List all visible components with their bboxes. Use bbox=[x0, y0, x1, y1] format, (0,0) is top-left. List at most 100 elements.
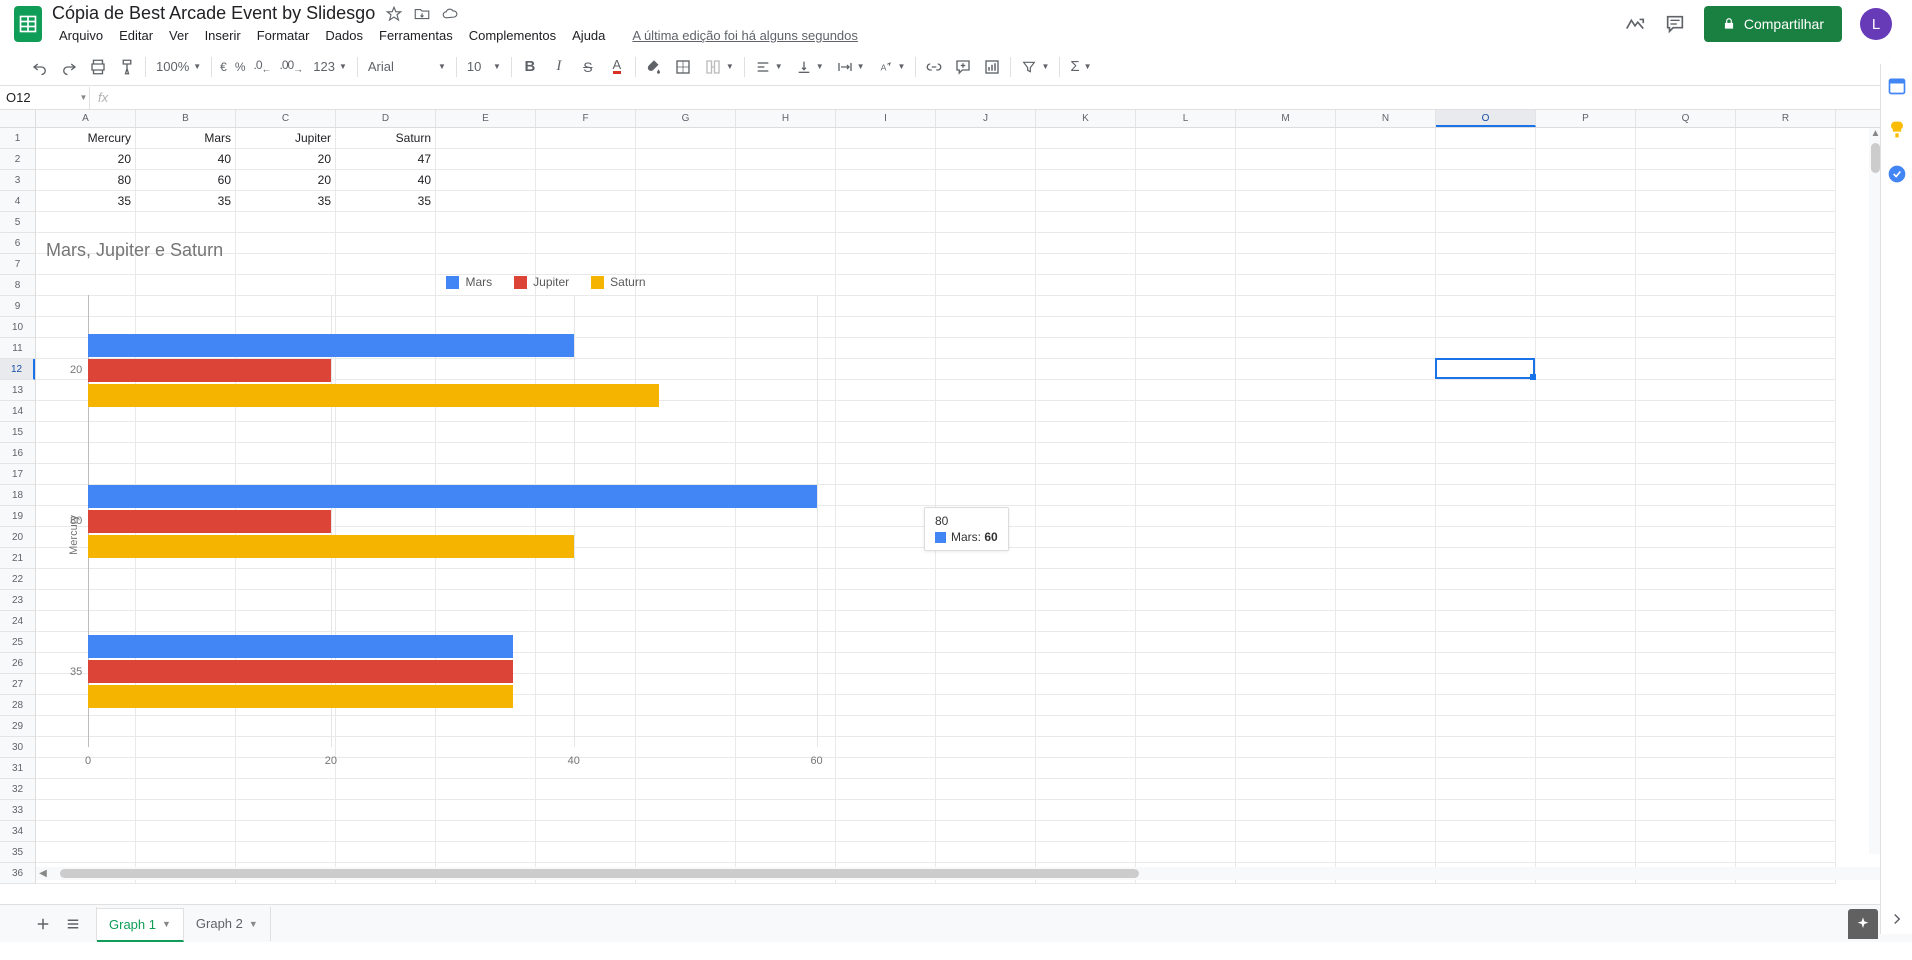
cell[interactable] bbox=[1736, 695, 1836, 716]
cell[interactable] bbox=[736, 191, 836, 212]
cell[interactable] bbox=[1536, 737, 1636, 758]
cell[interactable] bbox=[1136, 212, 1236, 233]
cell[interactable]: Saturn bbox=[336, 128, 436, 149]
menu-formatar[interactable]: Formatar bbox=[250, 26, 317, 45]
cell[interactable] bbox=[1436, 800, 1536, 821]
cell[interactable] bbox=[1436, 317, 1536, 338]
cell[interactable] bbox=[1436, 128, 1536, 149]
cell[interactable] bbox=[1436, 611, 1536, 632]
bar[interactable] bbox=[88, 384, 659, 407]
cell[interactable] bbox=[1336, 527, 1436, 548]
cell[interactable] bbox=[1136, 674, 1236, 695]
cell[interactable] bbox=[1036, 674, 1136, 695]
cell[interactable] bbox=[1536, 569, 1636, 590]
cell[interactable] bbox=[1536, 548, 1636, 569]
cell[interactable] bbox=[1536, 422, 1636, 443]
cell[interactable] bbox=[1736, 611, 1836, 632]
cell[interactable] bbox=[1636, 674, 1736, 695]
cell[interactable] bbox=[1436, 191, 1536, 212]
cell[interactable]: 60 bbox=[136, 170, 236, 191]
cell[interactable] bbox=[1236, 695, 1336, 716]
cell[interactable] bbox=[1436, 275, 1536, 296]
cell[interactable] bbox=[1336, 401, 1436, 422]
cell[interactable] bbox=[1436, 380, 1536, 401]
cell[interactable] bbox=[736, 842, 836, 863]
cell[interactable] bbox=[1136, 233, 1236, 254]
row-header[interactable]: 26 bbox=[0, 653, 35, 674]
cell[interactable] bbox=[1236, 149, 1336, 170]
cell[interactable] bbox=[1736, 590, 1836, 611]
cell[interactable] bbox=[1236, 233, 1336, 254]
cell[interactable] bbox=[536, 212, 636, 233]
cell[interactable] bbox=[1436, 590, 1536, 611]
cell[interactable] bbox=[1136, 317, 1236, 338]
cell[interactable] bbox=[1236, 548, 1336, 569]
cell[interactable] bbox=[1536, 611, 1636, 632]
cell[interactable] bbox=[236, 842, 336, 863]
cell[interactable] bbox=[1036, 485, 1136, 506]
cell[interactable] bbox=[1636, 191, 1736, 212]
row-header[interactable]: 17 bbox=[0, 464, 35, 485]
col-header[interactable]: H bbox=[736, 110, 836, 127]
cell[interactable] bbox=[1036, 695, 1136, 716]
select-all-corner[interactable] bbox=[0, 110, 36, 128]
cell[interactable] bbox=[1536, 443, 1636, 464]
cell[interactable] bbox=[1236, 317, 1336, 338]
cell[interactable] bbox=[1536, 401, 1636, 422]
cell[interactable] bbox=[1636, 590, 1736, 611]
cell[interactable] bbox=[636, 821, 736, 842]
cell[interactable] bbox=[936, 842, 1036, 863]
cell[interactable] bbox=[1636, 821, 1736, 842]
cell[interactable] bbox=[1536, 485, 1636, 506]
wrap-button[interactable]: ▼ bbox=[831, 53, 871, 81]
cell[interactable] bbox=[1336, 506, 1436, 527]
cell[interactable] bbox=[1236, 716, 1336, 737]
cell[interactable] bbox=[1436, 443, 1536, 464]
row-header[interactable]: 22 bbox=[0, 569, 35, 590]
cell[interactable] bbox=[36, 800, 136, 821]
row-header[interactable]: 11 bbox=[0, 338, 35, 359]
row-header[interactable]: 9 bbox=[0, 296, 35, 317]
cell[interactable] bbox=[1436, 485, 1536, 506]
row-header[interactable]: 20 bbox=[0, 527, 35, 548]
cell[interactable] bbox=[1036, 569, 1136, 590]
cell[interactable] bbox=[1536, 590, 1636, 611]
cell[interactable] bbox=[1736, 485, 1836, 506]
text-color-button[interactable]: A bbox=[603, 53, 631, 81]
cell[interactable] bbox=[1436, 149, 1536, 170]
cell[interactable] bbox=[1036, 275, 1136, 296]
cell[interactable] bbox=[1636, 443, 1736, 464]
cell[interactable] bbox=[1336, 821, 1436, 842]
cell[interactable] bbox=[36, 821, 136, 842]
cell[interactable] bbox=[1636, 527, 1736, 548]
cell[interactable] bbox=[1336, 128, 1436, 149]
cell[interactable] bbox=[1436, 233, 1536, 254]
cell[interactable] bbox=[636, 170, 736, 191]
cell[interactable] bbox=[1236, 464, 1336, 485]
row-header[interactable]: 6 bbox=[0, 233, 35, 254]
cell[interactable] bbox=[1336, 254, 1436, 275]
menu-ajuda[interactable]: Ajuda bbox=[565, 26, 612, 45]
star-icon[interactable] bbox=[385, 5, 403, 23]
cell[interactable] bbox=[336, 800, 436, 821]
cell[interactable] bbox=[1536, 170, 1636, 191]
cell[interactable] bbox=[1336, 464, 1436, 485]
col-header[interactable]: R bbox=[1736, 110, 1836, 127]
cell[interactable] bbox=[1536, 380, 1636, 401]
cell[interactable] bbox=[1536, 296, 1636, 317]
cell[interactable] bbox=[1336, 653, 1436, 674]
row-header[interactable]: 12 bbox=[0, 359, 35, 380]
cell[interactable] bbox=[936, 128, 1036, 149]
cell[interactable] bbox=[1236, 422, 1336, 443]
cell[interactable] bbox=[1136, 527, 1236, 548]
filter-button[interactable]: ▼ bbox=[1015, 53, 1055, 81]
cell[interactable] bbox=[1036, 359, 1136, 380]
row-header[interactable]: 34 bbox=[0, 821, 35, 842]
cell[interactable] bbox=[1736, 422, 1836, 443]
cell[interactable]: 35 bbox=[136, 191, 236, 212]
cell[interactable] bbox=[1236, 653, 1336, 674]
cell[interactable] bbox=[1536, 653, 1636, 674]
cell[interactable] bbox=[1236, 296, 1336, 317]
last-edit-link[interactable]: A última edição foi há alguns segundos bbox=[632, 28, 858, 43]
cell[interactable] bbox=[1336, 338, 1436, 359]
